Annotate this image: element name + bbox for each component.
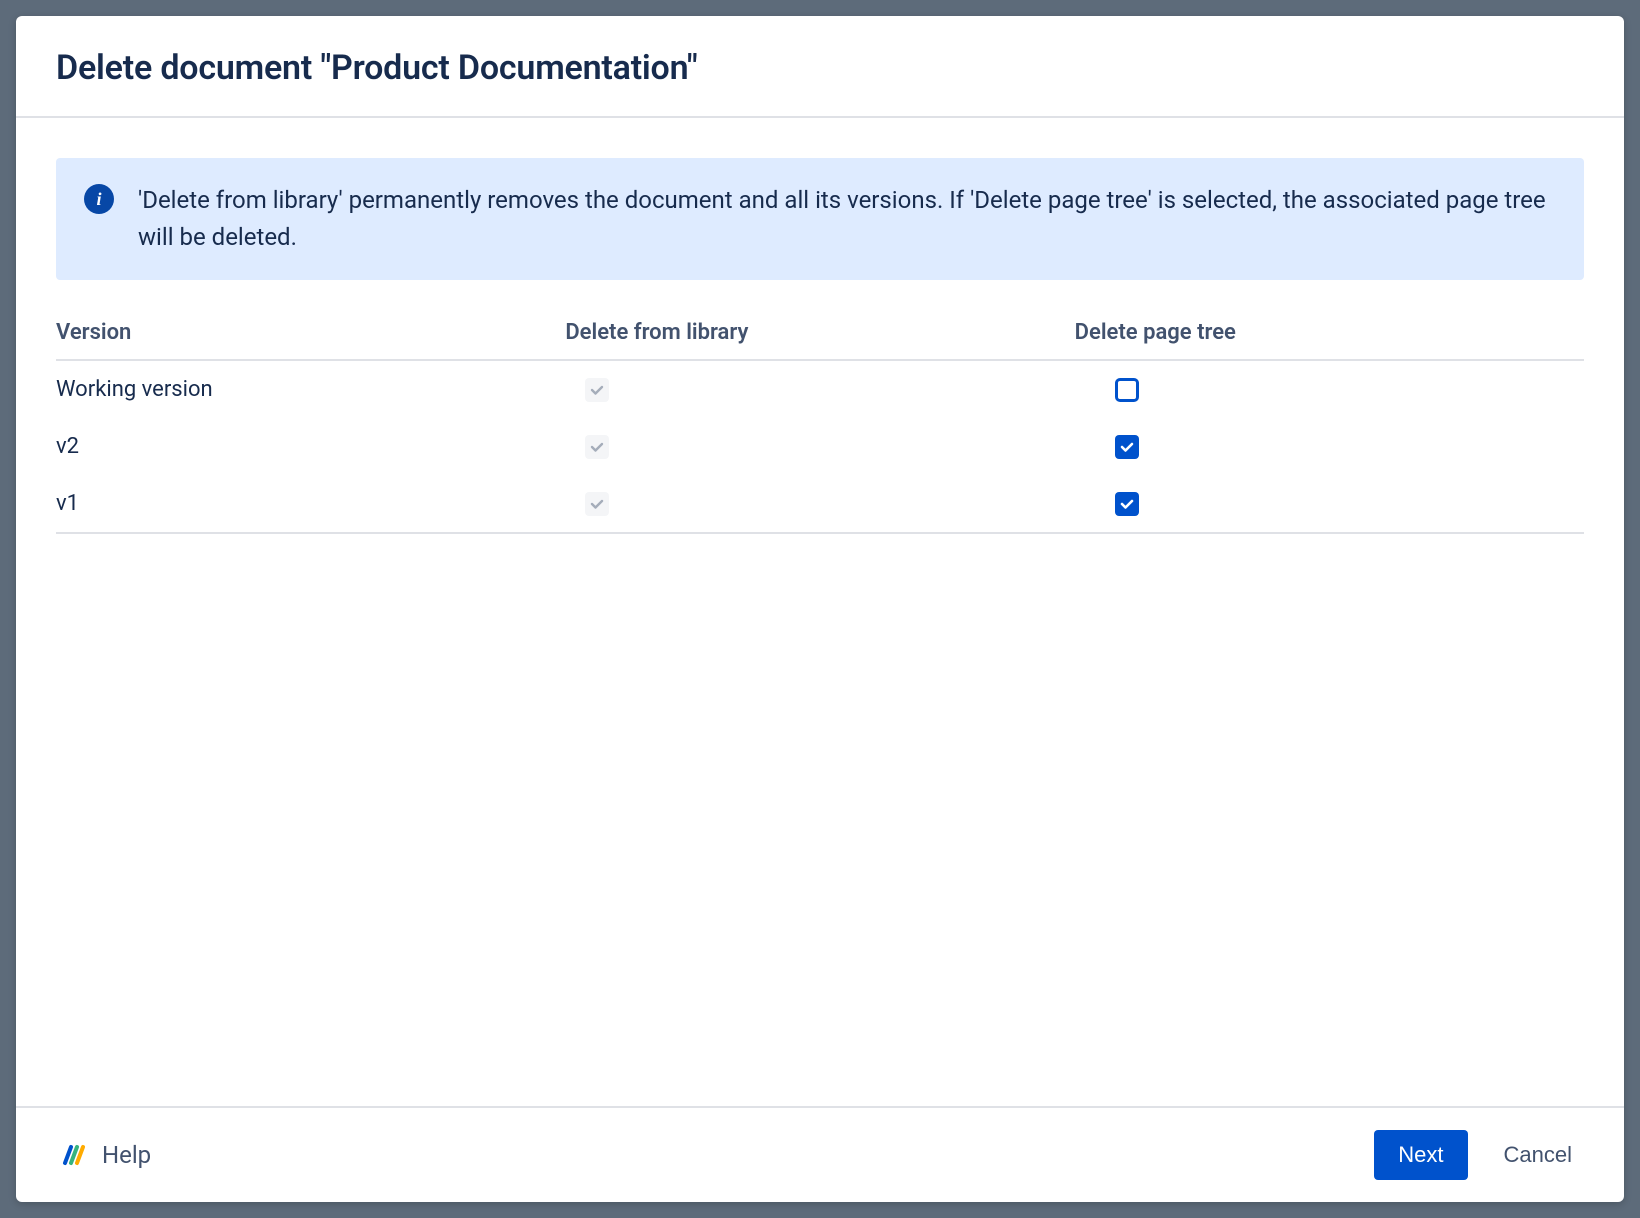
dialog-body: i 'Delete from library' permanently remo…: [16, 118, 1624, 1106]
info-icon: i: [84, 184, 114, 214]
help-label: Help: [102, 1141, 151, 1169]
table-row: Working version: [56, 361, 1584, 418]
versions-table: Version Delete from library Delete page …: [56, 320, 1584, 534]
col-header-delete-page-tree: Delete page tree: [1075, 320, 1584, 345]
table-header-row: Version Delete from library Delete page …: [56, 320, 1584, 361]
delete-from-library-checkbox: [585, 435, 609, 459]
table-row: v1: [56, 475, 1584, 534]
col-header-delete-from-library: Delete from library: [565, 320, 1074, 345]
dialog-title: Delete document "Product Documentation": [56, 48, 1584, 88]
info-banner: i 'Delete from library' permanently remo…: [56, 158, 1584, 280]
delete-from-library-checkbox: [585, 492, 609, 516]
version-name: v1: [56, 491, 565, 516]
delete-page-tree-checkbox[interactable]: [1115, 378, 1139, 402]
delete-page-tree-checkbox[interactable]: [1115, 492, 1139, 516]
version-name: v2: [56, 434, 565, 459]
dialog-header: Delete document "Product Documentation": [16, 16, 1624, 118]
table-row: v2: [56, 418, 1584, 475]
version-name: Working version: [56, 377, 565, 402]
delete-from-library-checkbox: [585, 378, 609, 402]
cancel-button[interactable]: Cancel: [1496, 1130, 1580, 1180]
next-button[interactable]: Next: [1374, 1130, 1467, 1180]
info-message: 'Delete from library' permanently remove…: [138, 182, 1556, 256]
dialog-footer: Help Next Cancel: [16, 1106, 1624, 1202]
delete-page-tree-checkbox[interactable]: [1115, 435, 1139, 459]
help-icon: [60, 1141, 88, 1169]
col-header-version: Version: [56, 320, 565, 345]
delete-document-dialog: Delete document "Product Documentation" …: [16, 16, 1624, 1202]
footer-actions: Next Cancel: [1374, 1130, 1580, 1180]
help-link[interactable]: Help: [60, 1141, 151, 1169]
